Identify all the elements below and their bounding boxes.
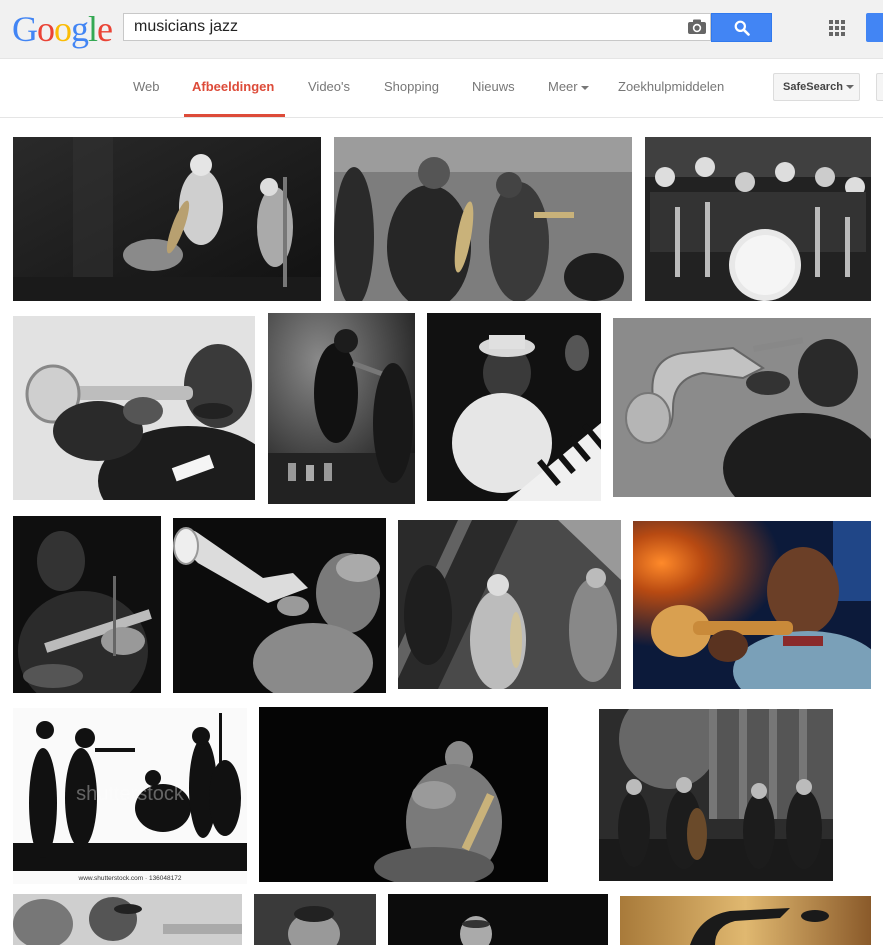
top-bar: Google: [0, 0, 883, 59]
image-result[interactable]: [13, 894, 242, 945]
image-result[interactable]: [173, 518, 386, 693]
camera-icon[interactable]: [687, 18, 707, 36]
image-result[interactable]: [620, 896, 871, 945]
logo-letter: l: [88, 9, 98, 49]
tab-search-tools[interactable]: Zoekhulpmiddelen: [618, 79, 724, 94]
tab-more-label: Meer: [548, 79, 578, 94]
settings-button[interactable]: [876, 73, 883, 101]
tab-images[interactable]: Afbeeldingen: [192, 79, 274, 94]
image-result[interactable]: [13, 516, 161, 693]
image-result[interactable]: [633, 521, 871, 689]
image-result[interactable]: [427, 313, 601, 501]
image-result[interactable]: [388, 894, 608, 945]
chevron-down-icon: [845, 85, 854, 90]
image-result[interactable]: [645, 137, 871, 301]
chevron-down-icon: [580, 85, 589, 90]
magnifier-icon: [734, 20, 750, 36]
tab-shopping[interactable]: Shopping: [384, 79, 439, 94]
safesearch-label: SafeSearch: [783, 81, 843, 93]
logo-letter: o: [54, 9, 72, 49]
tab-videos[interactable]: Video's: [308, 79, 350, 94]
watermark-brand: shutterstock: [76, 783, 185, 805]
image-result[interactable]: [613, 318, 871, 497]
tab-more[interactable]: Meer: [548, 79, 589, 94]
search-tabs-bar: Web Afbeeldingen Video's Shopping Nieuws…: [0, 59, 883, 118]
logo-letter: G: [12, 9, 38, 49]
image-result[interactable]: [268, 313, 415, 504]
tab-web[interactable]: Web: [133, 79, 160, 94]
search-button[interactable]: [711, 13, 772, 42]
apps-grid-icon[interactable]: [829, 20, 845, 36]
sign-in-button[interactable]: [866, 13, 883, 42]
image-result[interactable]: [398, 520, 621, 689]
image-results-grid: shutterstock www.shutterstock.com · 1360…: [0, 118, 883, 945]
search-input[interactable]: [124, 14, 684, 40]
image-result[interactable]: [13, 316, 255, 500]
image-result[interactable]: [254, 894, 376, 945]
logo-letter: e: [97, 9, 113, 49]
tab-news[interactable]: Nieuws: [472, 79, 515, 94]
logo-letter: g: [71, 9, 89, 49]
active-tab-indicator: [184, 114, 285, 117]
image-result[interactable]: [599, 709, 833, 881]
search-box: [123, 13, 711, 41]
safesearch-button[interactable]: SafeSearch: [773, 73, 860, 101]
image-result[interactable]: [13, 137, 321, 301]
image-result[interactable]: shutterstock www.shutterstock.com · 1360…: [13, 708, 247, 884]
image-result[interactable]: [334, 137, 632, 301]
logo-letter: o: [37, 9, 55, 49]
watermark-url: www.shutterstock.com · 136048172: [78, 875, 182, 882]
google-logo[interactable]: Google: [12, 9, 113, 49]
image-result[interactable]: [259, 707, 548, 882]
